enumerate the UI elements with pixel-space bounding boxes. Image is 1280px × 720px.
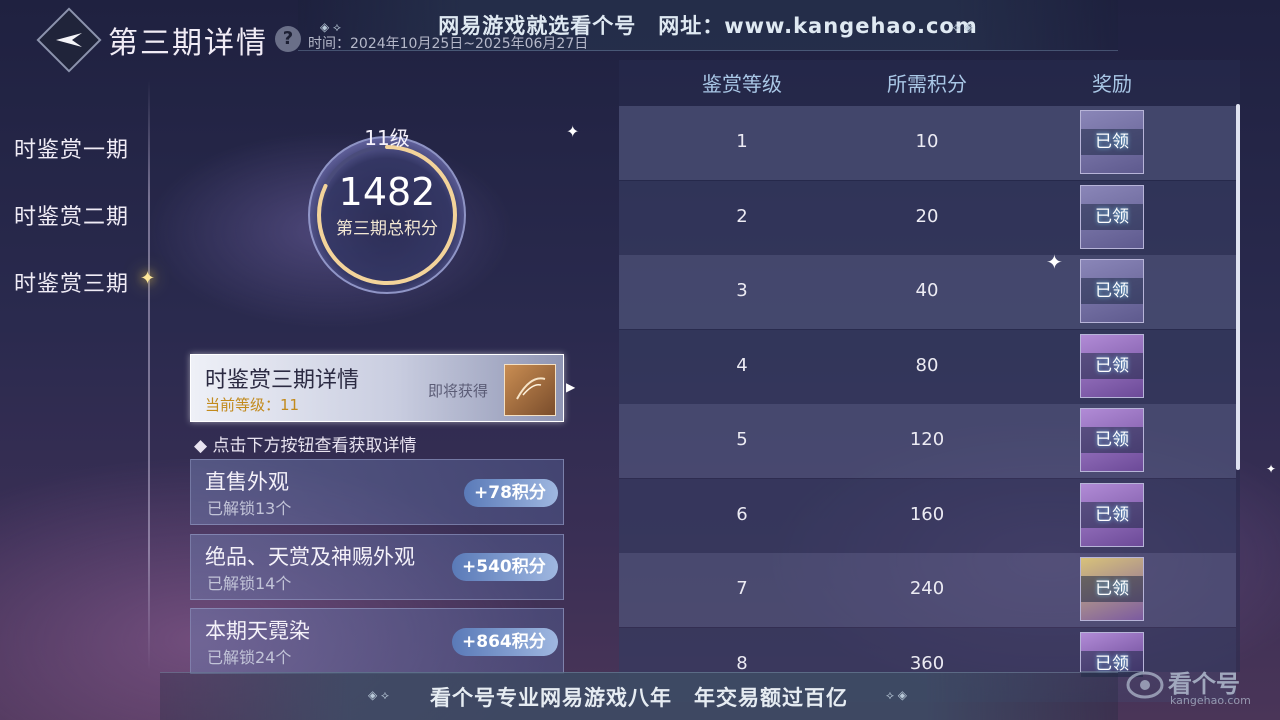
help-icon[interactable]: ? bbox=[275, 26, 301, 52]
watermark-site: kangehao.com bbox=[1170, 694, 1251, 707]
bottom-banner-text: 看个号专业网易游戏八年 年交易额过百亿 bbox=[430, 686, 848, 710]
reward-item-icon[interactable]: 已领 bbox=[1080, 557, 1144, 621]
triangle-right-icon: ▶ bbox=[566, 380, 576, 394]
sparkle-icon: ✦ bbox=[1266, 462, 1277, 476]
detail-current-level: 当前等级：11 bbox=[205, 396, 300, 414]
page-title: 第三期详情 bbox=[108, 26, 268, 61]
hint-text: ◆ 点击下方按钮查看获取详情 bbox=[194, 436, 417, 456]
score-caption: 第三期总积分 bbox=[336, 219, 438, 239]
claimed-label: 已领 bbox=[1081, 576, 1143, 602]
row-required-points: 40 bbox=[915, 280, 939, 301]
source-points-badge: +78积分 bbox=[464, 479, 558, 507]
sidebar-divider bbox=[148, 80, 150, 670]
diamond-ornament-icon: ◈ ⟡ bbox=[368, 688, 389, 702]
row-level: 5 bbox=[736, 429, 748, 450]
reward-item-icon[interactable]: 已领 bbox=[1080, 110, 1144, 174]
reward-item-icon[interactable]: 已领 bbox=[1080, 408, 1144, 472]
source-title: 绝品、天赏及神赐外观 bbox=[205, 545, 415, 569]
claimed-label: 已领 bbox=[1081, 502, 1143, 528]
row-level: 4 bbox=[736, 355, 748, 376]
column-header-level: 鉴赏等级 bbox=[702, 72, 782, 96]
column-header-points: 所需积分 bbox=[887, 72, 967, 96]
reward-item-icon[interactable]: 已领 bbox=[1080, 259, 1144, 323]
reward-item-icon[interactable]: 已领 bbox=[1080, 483, 1144, 547]
upcoming-reward-icon[interactable] bbox=[504, 364, 556, 416]
diamond-ornament-icon: ⟡ ◈ bbox=[952, 20, 973, 34]
claimed-label: 已领 bbox=[1081, 278, 1143, 304]
sparkle-icon: ✦ bbox=[1046, 250, 1063, 274]
claimed-label: 已领 bbox=[1081, 129, 1143, 155]
row-level: 3 bbox=[736, 280, 748, 301]
source-points-badge: +540积分 bbox=[452, 553, 558, 581]
row-required-points: 80 bbox=[915, 355, 939, 376]
sidebar-item-period-3[interactable]: 时鉴赏三期 bbox=[14, 266, 129, 298]
row-required-points: 160 bbox=[909, 504, 945, 525]
claimed-label: 已领 bbox=[1081, 353, 1143, 379]
source-title: 直售外观 bbox=[205, 470, 289, 494]
source-unlocked: 已解锁24个 bbox=[207, 648, 292, 667]
column-header-reward: 奖励 bbox=[1092, 72, 1132, 96]
score-level: 11级 bbox=[364, 126, 410, 150]
sidebar-item-period-2[interactable]: 时鉴赏二期 bbox=[14, 199, 129, 231]
sidebar-item-period-1[interactable]: 时鉴赏一期 bbox=[14, 132, 129, 164]
score-total: 1482 bbox=[338, 170, 436, 214]
watermark-logo-icon bbox=[1126, 666, 1164, 708]
row-level: 1 bbox=[736, 131, 748, 152]
row-required-points: 240 bbox=[909, 578, 945, 599]
period-time: 时间：2024年10月25日~2025年06月27日 bbox=[308, 36, 589, 52]
claimed-label: 已领 bbox=[1081, 204, 1143, 230]
claimed-label: 已领 bbox=[1081, 427, 1143, 453]
row-required-points: 120 bbox=[909, 429, 945, 450]
reward-item-icon[interactable]: 已领 bbox=[1080, 334, 1144, 398]
back-arrow-icon[interactable] bbox=[46, 17, 92, 63]
row-required-points: 10 bbox=[915, 131, 939, 152]
source-points-badge: +864积分 bbox=[452, 628, 558, 656]
table-scrollbar[interactable] bbox=[1236, 104, 1240, 470]
row-level: 6 bbox=[736, 504, 748, 525]
row-level: 2 bbox=[736, 206, 748, 227]
detail-title: 时鉴赏三期详情 bbox=[205, 368, 360, 393]
active-star-icon: ✦ bbox=[140, 268, 156, 289]
sparkle-icon: ✦ bbox=[566, 122, 580, 141]
source-title: 本期天霓染 bbox=[205, 619, 310, 643]
source-unlocked: 已解锁14个 bbox=[207, 574, 292, 593]
detail-coming-soon: 即将获得 bbox=[428, 382, 489, 400]
row-required-points: 20 bbox=[915, 206, 939, 227]
row-level: 8 bbox=[736, 653, 748, 674]
source-unlocked: 已解锁13个 bbox=[207, 499, 292, 518]
row-required-points: 360 bbox=[909, 653, 945, 674]
row-level: 7 bbox=[736, 578, 748, 599]
reward-item-icon[interactable]: 已领 bbox=[1080, 185, 1144, 249]
diamond-ornament-icon: ⟡ ◈ bbox=[886, 688, 907, 702]
